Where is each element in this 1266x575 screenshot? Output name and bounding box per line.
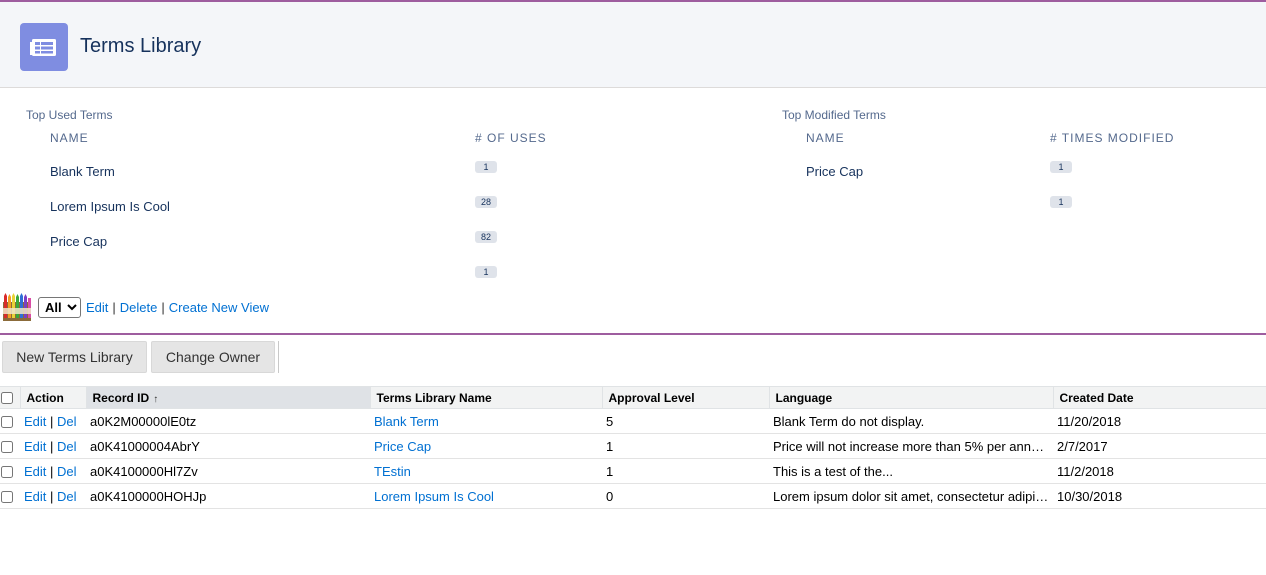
name-cell: TEstin — [370, 458, 602, 484]
language-text: Price will not increase more than 5% per… — [773, 438, 1049, 454]
records-table: Action Record ID ↑ Terms Library Name App… — [0, 386, 1266, 509]
record-name-link[interactable]: TEstin — [374, 464, 411, 479]
edit-row-link[interactable]: Edit — [24, 489, 46, 504]
edit-row-link[interactable]: Edit — [24, 439, 46, 454]
created-date-cell: 11/2/2018 — [1053, 458, 1266, 484]
record-name-link[interactable]: Blank Term — [374, 414, 439, 429]
row-checkbox[interactable] — [1, 440, 13, 453]
top-modified-label: Top Modified Terms — [782, 108, 886, 122]
modified-count-badge: 1 — [1050, 161, 1072, 173]
column-header-created-date[interactable]: Created Date — [1052, 386, 1266, 409]
action-cell: Edit | Del — [20, 433, 86, 459]
column-header-terms-library-name[interactable]: Terms Library Name — [369, 386, 602, 409]
new-terms-library-button[interactable]: New Terms Library — [2, 341, 147, 373]
table-header-row: Action Record ID ↑ Terms Library Name App… — [0, 386, 1266, 409]
top-used-name-header: NAME — [50, 131, 89, 145]
top-modified-term-name: Price Cap — [806, 164, 864, 179]
record-id-cell: a0K4100000HOHJp — [86, 483, 370, 509]
usage-count-badge: 28 — [475, 196, 498, 208]
created-date-cell: 10/30/2018 — [1053, 483, 1266, 509]
action-cell: Edit | Del — [20, 408, 86, 434]
approval-level-cell: 1 — [602, 433, 769, 459]
row-checkbox[interactable] — [1, 465, 13, 478]
created-date-cell: 11/20/2018 — [1053, 408, 1266, 434]
approval-level-cell: 0 — [602, 483, 769, 509]
language-text: This is a test of the... — [773, 463, 893, 479]
delete-row-link[interactable]: Del — [57, 464, 77, 479]
row-select-cell — [0, 458, 20, 484]
row-checkbox[interactable] — [1, 490, 13, 503]
edit-row-link[interactable]: Edit — [24, 414, 46, 429]
column-header-approval-level[interactable]: Approval Level — [601, 386, 769, 409]
column-header-record-id[interactable]: Record ID ↑ — [85, 386, 370, 409]
separator: | — [50, 488, 54, 504]
row-select-cell — [0, 408, 20, 434]
delete-row-link[interactable]: Del — [57, 439, 77, 454]
separator: | — [112, 299, 116, 315]
page-header: Terms Library — [0, 2, 1266, 88]
name-cell: Blank Term — [370, 408, 602, 434]
list-icon — [20, 23, 68, 71]
usage-count-badge: 1 — [475, 266, 497, 278]
name-cell: Lorem Ipsum Is Cool — [370, 483, 602, 509]
top-used-term-name: Blank Term — [50, 164, 115, 179]
column-header-language[interactable]: Language — [768, 386, 1053, 409]
record-id-cell: a0K41000004AbrY — [86, 433, 370, 459]
top-used-count-header: # OF USES — [475, 131, 547, 145]
separator: | — [50, 438, 54, 454]
delete-row-link[interactable]: Del — [57, 489, 77, 504]
page-title: Terms Library — [80, 35, 202, 57]
top-used-label: Top Used Terms — [26, 108, 113, 122]
language-cell: Blank Term do not display. — [769, 408, 1053, 434]
approval-level-cell: 1 — [602, 458, 769, 484]
delete-view-link[interactable]: Delete — [120, 300, 158, 315]
record-name-link[interactable]: Lorem Ipsum Is Cool — [374, 489, 494, 504]
row-select-cell — [0, 483, 20, 509]
create-new-view-link[interactable]: Create New View — [169, 300, 269, 315]
modified-count-badge: 1 — [1050, 196, 1072, 208]
sort-ascending-icon: ↑ — [153, 393, 159, 405]
approval-level-cell: 5 — [602, 408, 769, 434]
column-header-action: Action — [19, 386, 86, 409]
language-cell: Price will not increase more than 5% per… — [769, 433, 1053, 459]
language-text: Blank Term do not display. — [773, 413, 925, 429]
top-used-term-name: Lorem Ipsum Is Cool — [50, 199, 170, 214]
change-owner-button[interactable]: Change Owner — [151, 341, 275, 373]
language-text: Lorem ipsum dolor sit amet, consectetur … — [773, 488, 1049, 504]
language-cell: This is a test of the... — [769, 458, 1053, 484]
created-date-cell: 2/7/2017 — [1053, 433, 1266, 459]
select-all-header — [0, 386, 20, 409]
top-modified-count-header: # TIMES MODIFIED — [1050, 131, 1175, 145]
column-header-label: Record ID — [92, 390, 150, 405]
record-id-cell: a0K2M00000lE0tz — [86, 408, 370, 434]
top-modified-name-header: NAME — [806, 131, 845, 145]
table-row: Edit | Del a0K4100000HOHJp Lorem Ipsum I… — [0, 483, 1266, 509]
separator: | — [50, 413, 54, 429]
edit-row-link[interactable]: Edit — [24, 464, 46, 479]
separator: | — [50, 463, 54, 479]
row-select-cell — [0, 433, 20, 459]
usage-count-badge: 1 — [475, 161, 497, 173]
record-name-link[interactable]: Price Cap — [374, 439, 431, 454]
select-all-checkbox[interactable] — [1, 392, 13, 404]
table-row: Edit | Del a0K2M00000lE0tz Blank Term 5 … — [0, 408, 1266, 434]
delete-row-link[interactable]: Del — [57, 414, 77, 429]
list-button-bar: New Terms Library Change Owner — [0, 335, 1266, 381]
button-divider — [278, 341, 279, 373]
list-view-bar: All Edit | Delete | Create New View — [2, 292, 269, 322]
edit-view-link[interactable]: Edit — [86, 300, 108, 315]
row-checkbox[interactable] — [1, 415, 13, 428]
view-filter-select[interactable]: All — [38, 296, 81, 318]
language-cell: Lorem ipsum dolor sit amet, consectetur … — [769, 483, 1053, 509]
action-cell: Edit | Del — [20, 483, 86, 509]
action-cell: Edit | Del — [20, 458, 86, 484]
table-row: Edit | Del a0K4100000Hl7Zv TEstin 1 This… — [0, 458, 1266, 484]
usage-count-badge: 82 — [475, 231, 498, 243]
top-used-term-name: Price Cap — [50, 234, 108, 249]
record-id-cell: a0K4100000Hl7Zv — [86, 458, 370, 484]
table-row: Edit | Del a0K41000004AbrY Price Cap 1 P… — [0, 433, 1266, 459]
separator: | — [161, 299, 165, 315]
name-cell: Price Cap — [370, 433, 602, 459]
crayons-icon — [2, 292, 32, 322]
